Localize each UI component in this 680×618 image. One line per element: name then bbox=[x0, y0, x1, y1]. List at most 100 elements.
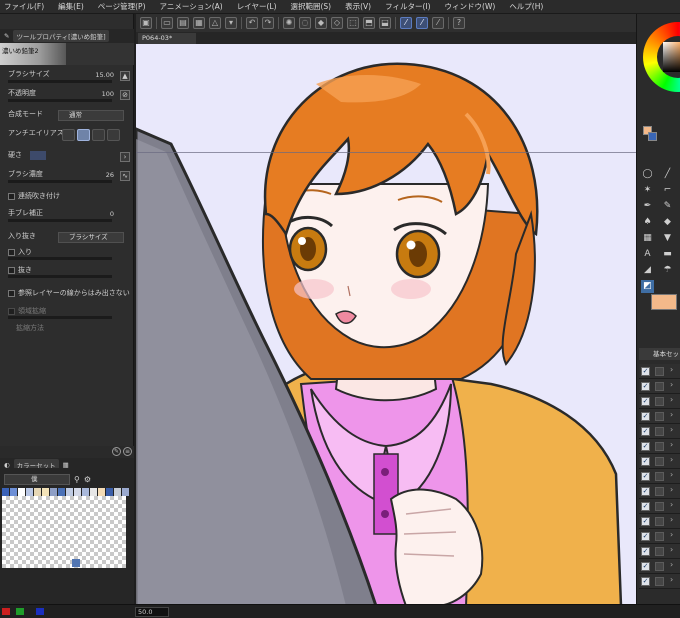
antialias-none-button[interactable] bbox=[62, 129, 75, 141]
airbrush-icon[interactable]: ◆ bbox=[661, 216, 674, 229]
lock-icon[interactable] bbox=[655, 562, 664, 571]
layer-row[interactable]: ✓ › bbox=[639, 469, 680, 484]
stabilization-value[interactable]: 0 bbox=[110, 210, 114, 218]
visibility-checkbox[interactable]: ✓ bbox=[641, 487, 650, 496]
chevron-right-icon[interactable]: › bbox=[670, 500, 673, 509]
color-swatch[interactable] bbox=[106, 488, 114, 496]
layer-row[interactable]: ✓ › bbox=[639, 424, 680, 439]
blend-mode-select[interactable]: 通常 bbox=[58, 110, 124, 121]
balloon-icon[interactable]: ▬ bbox=[661, 248, 674, 261]
clear-selection-icon[interactable]: ⬚ bbox=[347, 17, 359, 29]
visibility-checkbox[interactable]: ✓ bbox=[641, 517, 650, 526]
lock-icon[interactable] bbox=[655, 367, 664, 376]
menu-edit[interactable]: 編集(E) bbox=[58, 1, 84, 12]
menu-icon[interactable]: ≡ bbox=[123, 447, 132, 456]
taper-select[interactable]: ブラシサイズ bbox=[58, 232, 124, 243]
ref-layer-row[interactable]: 参照レイヤーの線からはみ出さない bbox=[0, 286, 134, 303]
zoom-field[interactable]: 50.0 bbox=[135, 607, 169, 617]
app-icon[interactable]: ▣ bbox=[140, 17, 152, 29]
color-preview-swatch[interactable] bbox=[651, 294, 677, 310]
expand-slider[interactable] bbox=[8, 316, 112, 319]
opacity-slider[interactable] bbox=[8, 99, 112, 102]
visibility-checkbox[interactable]: ✓ bbox=[641, 412, 650, 421]
help-icon[interactable]: ? bbox=[453, 17, 465, 29]
layer-row[interactable]: ✓ › bbox=[639, 529, 680, 544]
color-swatch[interactable] bbox=[18, 488, 26, 496]
color-swatch[interactable] bbox=[66, 488, 74, 496]
save-icon[interactable]: ▦ bbox=[193, 17, 205, 29]
triangle-icon[interactable]: ▲ bbox=[120, 71, 130, 81]
taper-in-slider[interactable] bbox=[8, 257, 112, 260]
ruler-guide[interactable] bbox=[136, 152, 636, 153]
taper-out-row[interactable]: 抜き bbox=[0, 263, 134, 280]
lock-icon[interactable] bbox=[655, 532, 664, 541]
new-file-icon[interactable]: ▭ bbox=[161, 17, 173, 29]
layer-row[interactable]: ✓ › bbox=[639, 574, 680, 589]
blend-icon[interactable]: ☂ bbox=[661, 264, 674, 277]
fill-bucket-icon[interactable]: ▼ bbox=[661, 232, 674, 245]
layer-row[interactable]: ✓ › bbox=[639, 409, 680, 424]
lock-icon[interactable] bbox=[655, 502, 664, 511]
layer-row[interactable]: ✓ › bbox=[639, 514, 680, 529]
chevron-right-icon[interactable]: › bbox=[670, 515, 673, 524]
brush-density-value[interactable]: 26 bbox=[106, 171, 114, 179]
visibility-checkbox[interactable]: ✓ bbox=[641, 532, 650, 541]
pencil-icon[interactable]: ✎ bbox=[661, 200, 674, 213]
eyedropper-icon[interactable]: ⌐ bbox=[661, 184, 674, 197]
chevron-right-icon[interactable]: › bbox=[670, 560, 673, 569]
color-swatch[interactable] bbox=[58, 488, 66, 496]
layer-row[interactable]: ✓ › bbox=[639, 559, 680, 574]
menu-selection[interactable]: 選択範囲(S) bbox=[291, 1, 332, 12]
colorset-select[interactable]: 僕 bbox=[4, 473, 70, 485]
brush-size-slider[interactable] bbox=[8, 80, 112, 83]
visibility-checkbox[interactable]: ✓ bbox=[641, 442, 650, 451]
lasso-icon[interactable]: ◯ bbox=[641, 168, 654, 181]
chevron-right-icon[interactable]: › bbox=[670, 470, 673, 479]
invert-selection-icon[interactable]: ⬓ bbox=[379, 17, 391, 29]
sub-color-swatch[interactable] bbox=[648, 132, 657, 141]
menu-help[interactable]: ヘルプ(H) bbox=[509, 1, 543, 12]
red-swatch[interactable] bbox=[2, 608, 10, 615]
color-swatch[interactable] bbox=[82, 488, 90, 496]
menu-filter[interactable]: フィルター(I) bbox=[385, 1, 430, 12]
color-swatch[interactable] bbox=[10, 488, 18, 496]
visibility-checkbox[interactable]: ✓ bbox=[641, 367, 650, 376]
chevron-right-icon[interactable]: › bbox=[670, 410, 673, 419]
taper-out-option[interactable]: 抜き bbox=[8, 265, 32, 275]
chevron-right-icon[interactable]: › bbox=[670, 455, 673, 464]
tab-document[interactable]: P064-03* bbox=[138, 33, 196, 44]
loading-icon[interactable]: ✺ bbox=[283, 17, 295, 29]
chevron-right-icon[interactable]: › bbox=[670, 365, 673, 374]
lock-icon[interactable] bbox=[655, 472, 664, 481]
color-swatch[interactable] bbox=[114, 488, 122, 496]
layer-row[interactable]: ✓ › bbox=[639, 544, 680, 559]
visibility-checkbox[interactable]: ✓ bbox=[641, 547, 650, 556]
opacity-value[interactable]: 100 bbox=[102, 90, 114, 98]
wrench-icon[interactable]: ✎ bbox=[112, 447, 121, 456]
chevron-right-icon[interactable]: › bbox=[670, 530, 673, 539]
gradient-icon[interactable]: ▦ bbox=[641, 232, 654, 245]
magic-wand-icon[interactable]: ✶ bbox=[641, 184, 654, 197]
fill-tool-icon[interactable]: ◩ bbox=[641, 280, 654, 293]
ruler-icon[interactable]: ╱ bbox=[661, 168, 674, 181]
layer-row[interactable]: ✓ › bbox=[639, 379, 680, 394]
color-swatch[interactable] bbox=[34, 488, 42, 496]
pen-icon[interactable]: ✒ bbox=[641, 200, 654, 213]
color-swatch[interactable] bbox=[50, 488, 58, 496]
continuous-spray-row[interactable]: 連続吹き付け bbox=[0, 189, 134, 206]
continuous-spray-checkbox[interactable] bbox=[8, 192, 15, 200]
layer-row[interactable]: ✓ › bbox=[639, 484, 680, 499]
color-swatch[interactable] bbox=[90, 488, 98, 496]
green-swatch[interactable] bbox=[16, 608, 24, 615]
taper-in-option[interactable]: 入り bbox=[8, 247, 32, 257]
lock-icon[interactable] bbox=[655, 442, 664, 451]
color-wheel[interactable] bbox=[643, 22, 680, 92]
brush-size-row[interactable]: ブラシサイズ 15.00 ▲ bbox=[0, 68, 134, 85]
open-folder-icon[interactable]: ▤ bbox=[177, 17, 189, 29]
tab-tool-property[interactable]: ツールプロパティ[濃いめ鉛筆] bbox=[13, 30, 109, 42]
saturation-square[interactable] bbox=[663, 42, 680, 72]
menu-animation[interactable]: アニメーション(A) bbox=[160, 1, 223, 12]
stabilization-slider[interactable] bbox=[8, 219, 112, 222]
ref-layer-checkbox[interactable] bbox=[8, 289, 15, 297]
export-icon[interactable]: △ bbox=[209, 17, 221, 29]
